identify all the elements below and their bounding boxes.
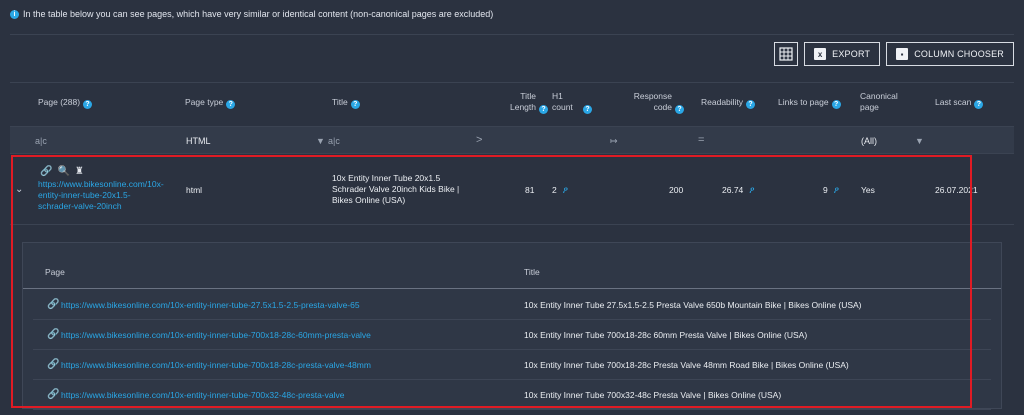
chevron-down-icon[interactable]: ▼ bbox=[316, 136, 325, 146]
search-icon[interactable]: 🔍 bbox=[57, 166, 69, 177]
list-item[interactable]: 🔗 https://www.bikesonline.com/10x-entity… bbox=[33, 380, 991, 410]
help-icon[interactable]: ? bbox=[746, 100, 756, 109]
detail-page-title: 10x Entity Inner Tube 700x18-28c 60mm Pr… bbox=[524, 330, 808, 340]
list-item[interactable]: 🔗 https://www.bikesonline.com/10x-entity… bbox=[33, 350, 991, 380]
help-icon[interactable]: ? bbox=[226, 100, 236, 109]
column-chooser-icon: ▪ bbox=[896, 48, 909, 60]
robot-icon[interactable]: ♜ bbox=[75, 166, 84, 177]
help-icon[interactable]: ? bbox=[83, 100, 93, 109]
col-header-canonical[interactable]: Canonical page bbox=[860, 91, 904, 113]
person-icon[interactable]: ዖ bbox=[834, 185, 839, 195]
readability-filter-icon[interactable]: = bbox=[698, 134, 704, 146]
column-chooser-label: COLUMN CHOOSER bbox=[914, 49, 1004, 59]
response-code-filter-icon[interactable]: ↦ bbox=[610, 136, 618, 147]
row-h1-count: 2ዖ bbox=[552, 185, 569, 195]
chevron-down-icon[interactable]: ▼ bbox=[915, 136, 924, 146]
detail-page-title: 10x Entity Inner Tube 27.5x1.5-2.5 Prest… bbox=[524, 300, 862, 310]
help-icon[interactable]: ? bbox=[539, 105, 548, 114]
col-header-page-type[interactable]: Page type? bbox=[185, 97, 236, 109]
filter-row: a|c HTML ▼ a|c > ↦ = (All) ▼ bbox=[10, 126, 1014, 154]
link-icon[interactable]: 🔗 bbox=[47, 299, 59, 310]
row-page-url[interactable]: https://www.bikesonline.com/10x- entity-… bbox=[38, 179, 164, 212]
toolbar: x EXPORT ▪ COLUMN CHOOSER bbox=[774, 42, 1014, 66]
detail-page-url[interactable]: https://www.bikesonline.com/10x-entity-i… bbox=[61, 360, 371, 370]
export-label: EXPORT bbox=[832, 49, 871, 59]
link-icon[interactable]: 🔗 bbox=[47, 359, 59, 370]
col-header-title[interactable]: Title? bbox=[332, 97, 360, 109]
detail-col-title[interactable]: Title bbox=[524, 267, 540, 277]
info-bar: i In the table below you can see pages, … bbox=[10, 9, 1014, 35]
col-header-title-length[interactable]: Title Length? bbox=[496, 91, 548, 114]
person-icon[interactable]: ዖ bbox=[563, 185, 568, 195]
row-title: 10x Entity Inner Tube 20x1.5 Schrader Va… bbox=[332, 173, 460, 205]
grid-settings-button[interactable] bbox=[774, 42, 799, 66]
title-length-filter-icon[interactable]: > bbox=[476, 134, 482, 146]
col-header-h1-count[interactable]: H1 count? bbox=[552, 91, 598, 114]
export-button[interactable]: x EXPORT bbox=[804, 42, 881, 66]
list-item[interactable]: 🔗 https://www.bikesonline.com/10x-entity… bbox=[33, 320, 991, 350]
row-readability: 26.74 ዖ bbox=[722, 185, 755, 195]
person-icon[interactable]: ዖ bbox=[749, 185, 754, 195]
row-action-icons: 🔗 🔍 ♜ bbox=[40, 166, 89, 177]
help-icon[interactable]: ? bbox=[675, 105, 684, 114]
table-row[interactable]: ⌄ 🔗 🔍 ♜ https://www.bikesonline.com/10x- e… bbox=[10, 155, 1014, 225]
row-canonical: Yes bbox=[861, 185, 875, 195]
row-page-type: html bbox=[186, 185, 203, 195]
col-header-page[interactable]: Page (288)? bbox=[38, 97, 93, 109]
page-filter-icon[interactable]: a|c bbox=[35, 136, 47, 146]
help-icon[interactable]: ? bbox=[831, 100, 841, 109]
list-item[interactable]: 🔗 https://www.bikesonline.com/10x-entity… bbox=[33, 290, 991, 320]
detail-page-title: 10x Entity Inner Tube 700x18-28c Presta … bbox=[524, 360, 849, 370]
row-links-to-page: 9ዖ bbox=[823, 185, 840, 195]
row-last-scan: 26.07.2021 bbox=[935, 185, 978, 195]
col-header-links-to-page[interactable]: Links to page? bbox=[778, 97, 841, 109]
help-icon[interactable]: ? bbox=[974, 100, 984, 109]
canonical-filter[interactable]: (All) bbox=[861, 136, 877, 146]
page-type-filter[interactable]: HTML bbox=[186, 136, 211, 146]
info-text: In the table below you can see pages, wh… bbox=[23, 9, 494, 19]
help-icon[interactable]: ? bbox=[350, 100, 360, 109]
detail-page-url[interactable]: https://www.bikesonline.com/10x-entity-i… bbox=[61, 330, 371, 340]
table-header: Page (288)? Page type? Title? Title Leng… bbox=[10, 82, 1014, 122]
detail-header: Page Title bbox=[23, 243, 1001, 289]
detail-page-url[interactable]: https://www.bikesonline.com/10x-entity-i… bbox=[61, 300, 360, 310]
excel-icon: x bbox=[814, 48, 827, 60]
column-chooser-button[interactable]: ▪ COLUMN CHOOSER bbox=[886, 42, 1014, 66]
info-icon: i bbox=[10, 10, 19, 19]
col-header-readability[interactable]: Readability? bbox=[701, 97, 756, 109]
detail-page-title: 10x Entity Inner Tube 700x32-48c Presta … bbox=[524, 390, 782, 400]
similar-pages-panel: Page Title 🔗 https://www.bikesonline.com… bbox=[22, 242, 1002, 410]
link-icon[interactable]: 🔗 bbox=[40, 166, 52, 177]
link-icon[interactable]: 🔗 bbox=[47, 329, 59, 340]
row-title-length: 81 bbox=[525, 185, 535, 195]
title-filter-icon[interactable]: a|c bbox=[328, 136, 340, 146]
col-header-last-scan[interactable]: Last scan? bbox=[935, 97, 984, 109]
help-icon[interactable]: ? bbox=[583, 105, 592, 114]
row-response-code: 200 bbox=[669, 185, 684, 195]
grid-settings-icon bbox=[779, 47, 793, 61]
detail-page-url[interactable]: https://www.bikesonline.com/10x-entity-i… bbox=[61, 390, 344, 400]
link-icon[interactable]: 🔗 bbox=[47, 389, 59, 400]
col-header-response-code[interactable]: Response code? bbox=[626, 91, 684, 114]
detail-col-page[interactable]: Page bbox=[45, 267, 65, 277]
collapse-chevron-icon[interactable]: ⌄ bbox=[15, 184, 23, 195]
